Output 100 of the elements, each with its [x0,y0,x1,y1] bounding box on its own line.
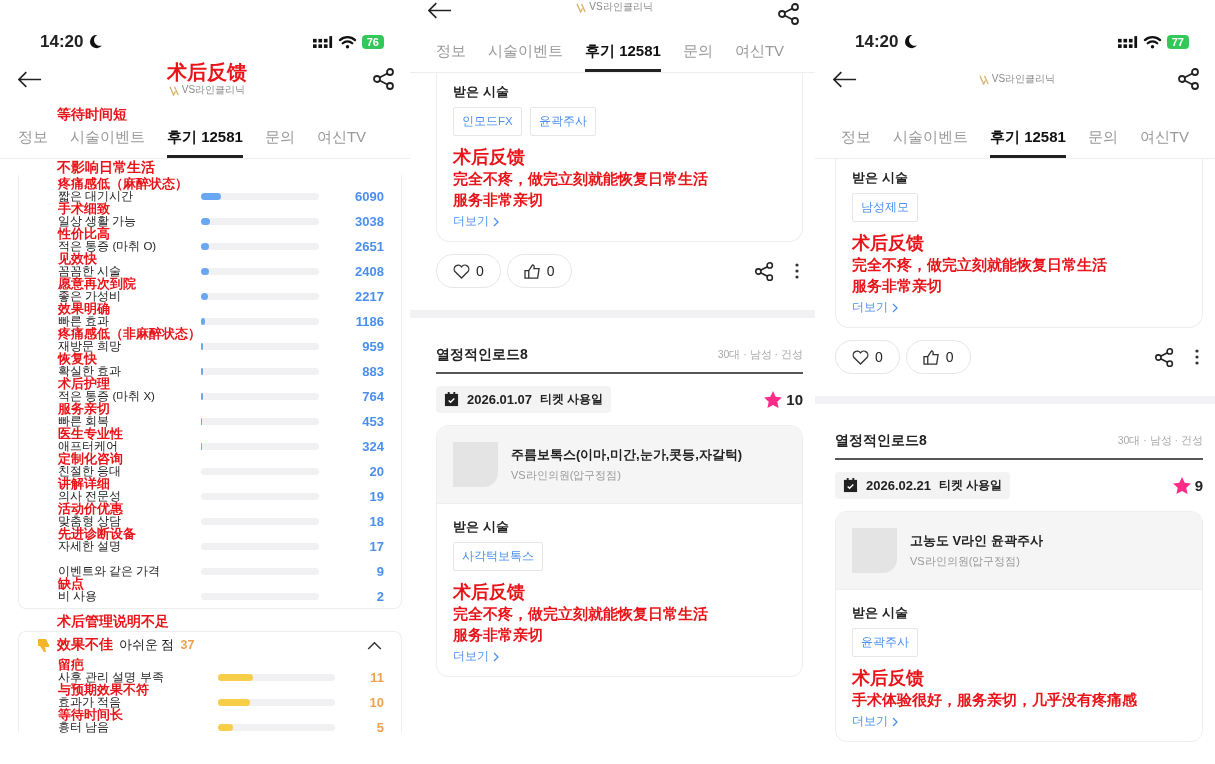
stat-label: 일상 생활 가능 [58,215,138,227]
annotation-title: 术后反馈 [167,61,247,83]
annotation-label: 术后管理说明不足 [56,612,170,631]
tab[interactable]: 여신TV [1139,122,1189,158]
calendar-check-icon [444,392,459,407]
chevron-right-icon [493,651,499,662]
star-icon [1172,477,1191,494]
treatments-title: 받은 시술 [852,604,908,622]
stat-count: 19 [368,488,384,504]
annotation-label: 活动价优惠 [58,502,124,515]
logo-mark-icon [576,1,588,13]
stat-label: 흉터 남음 [58,721,111,733]
treatment-tag[interactable]: 윤곽주사 [529,107,596,136]
tab[interactable]: 정보 [841,122,871,158]
annotation-title: 术后反馈 [453,146,525,168]
tab[interactable]: 시술이벤트 [488,36,563,72]
annotation-label: 疼痛感低（非麻醉状态） [58,327,202,340]
review-author: 열정적인로드8 [835,432,927,450]
stat-label: 효과가 적음 [58,696,123,708]
stat-count: 2217 [354,288,384,304]
treatment-tag[interactable]: 남성제모 [852,193,918,222]
stat-label: 빠른 회복 [58,415,111,427]
stat-label: 이벤트와 같은 가격 [58,565,162,577]
annotation-title: 术后反馈 [453,581,525,603]
treatments-title: 받은 시술 [852,169,908,187]
stat-label: 애프터케어 [58,440,119,452]
annotation-label: 定制化咨询 [58,452,124,465]
moon-icon [88,34,104,49]
heart-icon [852,349,869,365]
stat-label: 좋은 가성비 [58,290,123,302]
tab[interactable]: 정보 [436,36,466,72]
clinic-logo-text: VS라인클리닉 [991,72,1056,86]
wifi-icon [337,35,357,49]
calendar-check-icon [843,478,858,493]
tab[interactable]: 문의 [682,36,713,72]
product-name: 고농도 V라인 윤곽주사 [910,532,1043,550]
stat-count: 2408 [354,263,384,279]
more-link[interactable]: 더보기 [852,300,898,315]
treatment-tag[interactable]: 윤곽주사 [852,628,918,657]
stat-label: 맞춤형 상담 [58,515,123,527]
stat-count: 2651 [354,238,384,254]
tab[interactable]: 후기 12581 [990,122,1066,158]
tab[interactable]: 여신TV [316,122,367,158]
annotation-label: 术后护理 [58,377,110,390]
annotation-label: 性价比高 [58,227,111,240]
annotation-label: 与预期效果不符 [58,683,149,696]
stat-label: 확실한 효과 [58,365,123,377]
clinic-name: VS라인의원(압구정점) [910,554,1021,569]
stat-label: 의사 전문성 [58,490,123,502]
tab[interactable]: 문의 [1087,122,1118,158]
treatment-tag[interactable]: 인모드FX [453,107,522,136]
stat-label: 자세한 설명 [58,540,123,552]
logo-mark-icon [168,84,180,96]
stat-label: 적은 통증 (마취 O) [58,240,158,252]
treatments-title: 받은 시술 [453,518,509,536]
annotation-text: 完全不疼，做完立刻就能恢复日常生活 [453,169,708,189]
stat-label: 재방문 희망 [58,340,122,352]
more-icon[interactable] [793,261,801,281]
tab[interactable]: 시술이벤트 [893,122,968,158]
annotation-label: 效果不佳 [57,636,113,654]
stat-label: 비 사용 [58,590,99,602]
stat-count: 20 [368,463,384,479]
annotation-label: 恢复快 [58,352,98,365]
moon-icon [903,34,919,49]
tab[interactable]: 문의 [264,122,295,158]
annotation-label: 留疤 [58,658,85,671]
battery-indicator: 77 [1166,35,1189,49]
stat-label: 사후 관리 설명 부족 [58,671,165,683]
tab[interactable]: 정보 [18,122,48,158]
stat-label: 꼼꼼한 시술 [58,265,123,277]
chevron-right-icon [892,302,898,313]
tab[interactable]: 여신TV [734,36,785,72]
more-link[interactable]: 더보기 [852,714,898,729]
annotation-label: 等待时间短 [56,106,128,122]
tab[interactable]: 시술이벤트 [70,122,145,158]
stat-count: 453 [361,413,384,429]
stat-count: 6090 [354,188,384,204]
treatment-tag[interactable]: 사각턱보톡스 [453,542,543,571]
product-name: 주름보톡스(이마,미간,눈가,콧등,자갈턱) [511,446,743,464]
more-icon[interactable] [1193,347,1201,367]
annotation-label: 医生专业性 [58,427,124,440]
stat-count: 764 [361,388,384,404]
back-button[interactable] [426,0,454,21]
more-link[interactable]: 더보기 [453,214,499,229]
review-author: 열정적인로드8 [436,346,528,364]
annotation-text: 服务非常亲切 [453,625,543,645]
date-text: 2026.01.07 [467,392,533,407]
clinic-name: VS라인의원(압구정점) [511,468,622,483]
tab[interactable]: 후기 12581 [167,122,243,158]
thumbs-down-icon [37,637,51,653]
annotation-label: 见效快 [58,252,97,265]
annotation-label: 疼痛感低（麻醉状态） [58,177,189,190]
stat-label: 짧은 대기시간 [58,190,135,202]
heart-icon [453,263,470,279]
more-link[interactable]: 더보기 [453,649,499,664]
signal-icon [1117,36,1138,49]
tab[interactable]: 후기 12581 [585,36,661,72]
annotation-text: 完全不疼，做完立刻就能恢复日常生活 [453,604,708,624]
annotation-label: 愿意再次到院 [58,277,137,290]
date-text: 2026.02.21 [866,478,932,493]
